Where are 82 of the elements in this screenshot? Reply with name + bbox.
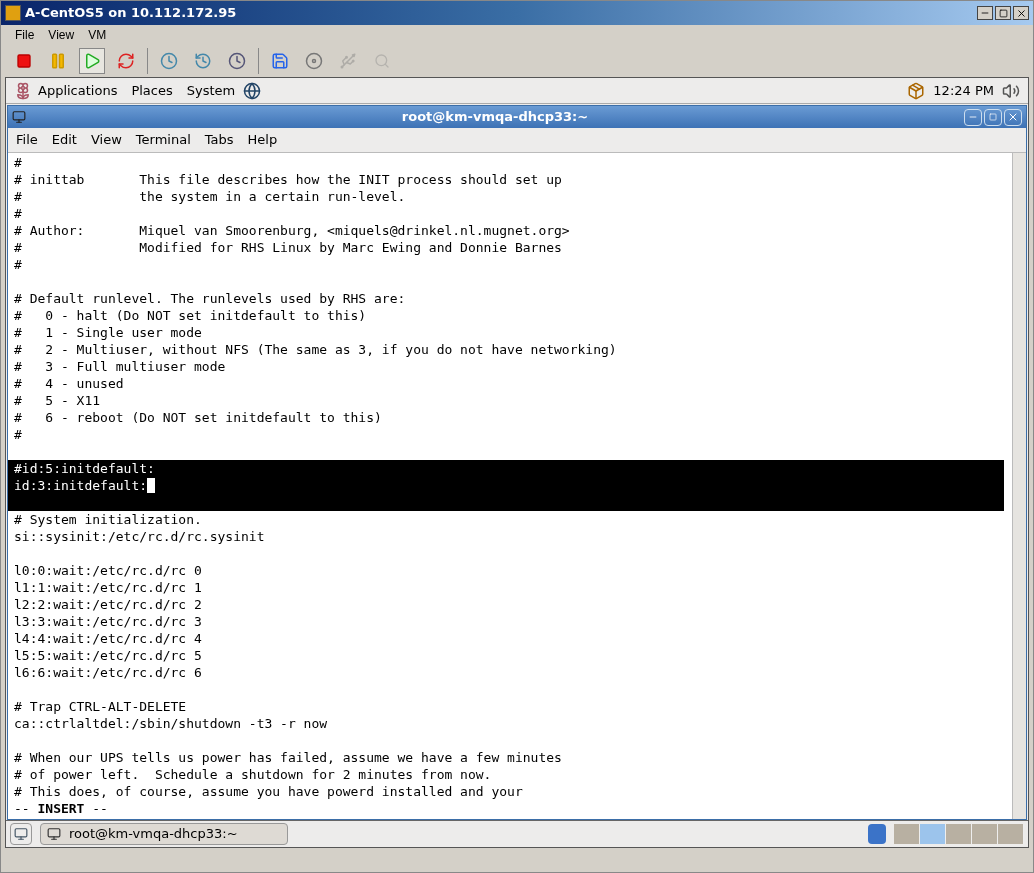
menu-item[interactable]: VM: [88, 26, 107, 44]
taskbar-button[interactable]: root@km-vmqa-dhcp33:~: [40, 823, 288, 845]
code-line: # Default runlevel. The runlevels used by RHS are:: [14, 290, 406, 307]
code-line: # the system in a certain run-level.: [14, 188, 406, 205]
trash-icon[interactable]: [868, 824, 886, 844]
terminal-icon: [47, 827, 61, 841]
code-line: # This does, of course, assume you have powerd installed and your: [14, 783, 523, 800]
code-line: #: [14, 426, 22, 443]
speaker-icon[interactable]: [1002, 81, 1020, 100]
clock[interactable]: 12:24 PM: [933, 80, 994, 101]
code-line: #: [14, 154, 22, 171]
code-line: # When our UPS tells us power has failed, assume we have a few minutes: [14, 749, 562, 766]
close-icon: [1015, 7, 1027, 19]
workspace-button[interactable]: [998, 824, 1024, 844]
code-line: # Modified for RHS Linux by Marc Ewing and Donnie Barnes: [14, 239, 562, 256]
menu-item[interactable]: View: [48, 26, 75, 44]
pause-icon: [49, 52, 67, 70]
maximize-button[interactable]: [995, 6, 1011, 20]
disc-icon: [305, 52, 323, 70]
usb-icon: [339, 52, 357, 70]
maximize-icon: [989, 113, 997, 121]
globe-icon[interactable]: [243, 81, 262, 100]
code-line: # 5 - X11: [14, 392, 101, 409]
toolbar-button[interactable]: [79, 48, 105, 74]
code-line: #: [14, 256, 22, 273]
desktop-icon: [14, 827, 28, 841]
code-line: l6:6:wait:/etc/rc.d/rc 6: [14, 664, 202, 681]
history-icon: [194, 52, 212, 70]
panel-menu[interactable]: Places: [131, 80, 173, 101]
maximize-icon: [998, 8, 1008, 18]
magnifier-icon: [374, 53, 390, 69]
code-line: l1:1:wait:/etc/rc.d/rc 1: [14, 579, 202, 596]
refresh-icon: [117, 52, 135, 70]
app-icon: [5, 5, 21, 21]
code-line: # 6 - reboot (Do NOT set initdefault to this): [14, 409, 382, 426]
show-desktop-button[interactable]: [10, 823, 32, 845]
code-line: # 1 - Single user mode: [14, 324, 202, 341]
menu-item[interactable]: View: [90, 130, 122, 150]
code-line: # Trap CTRL-ALT-DELETE: [14, 698, 187, 715]
code-line: # inittab This file describes how the INIT process should set up: [14, 171, 562, 188]
applications-menu[interactable]: Applications: [14, 80, 118, 101]
workspace-button[interactable]: [972, 824, 998, 844]
code-line: # 0 - halt (Do NOT set initdefault to this): [14, 307, 367, 324]
menu-item[interactable]: File: [16, 130, 38, 150]
code-line: id:3:initdefault:: [14, 477, 148, 494]
window-title: A-CentOS5 on 10.112.172.95: [25, 4, 237, 23]
workspace-button[interactable]: [894, 824, 920, 844]
play-icon: [83, 52, 101, 70]
code-line: l0:0:wait:/etc/rc.d/rc 0: [14, 562, 202, 579]
code-line: # Author: Miquel van Smoorenburg, <miquels@drinkel.nl.mugnet.org>: [14, 222, 570, 239]
code-line: # 2 - Multiuser, without NFS (The same as 3, if you do not have networking): [14, 341, 617, 358]
code-line: #: [14, 205, 22, 222]
workspace-button[interactable]: [946, 824, 972, 844]
code-line: -- INSERT --: [14, 800, 108, 817]
code-line: l5:5:wait:/etc/rc.d/rc 5: [14, 647, 202, 664]
panel-menu[interactable]: System: [186, 80, 236, 101]
menu-item[interactable]: Help: [247, 130, 278, 150]
package-icon[interactable]: [907, 81, 926, 100]
menu-item[interactable]: File: [15, 26, 35, 44]
clock-icon: [228, 52, 246, 70]
clock-icon: [160, 52, 178, 70]
scrollbar[interactable]: [1012, 153, 1026, 819]
code-line: # 3 - Full multiuser mode: [14, 358, 226, 375]
code-line: # 4 - unused: [14, 375, 124, 392]
code-line: # of power left. Schedule a shutdown for 2 minutes from now.: [14, 766, 492, 783]
code-line: l3:3:wait:/etc/rc.d/rc 3: [14, 613, 202, 630]
close-icon: [1007, 111, 1019, 123]
terminal-icon: [12, 110, 26, 124]
code-line: ca::ctrlaltdel:/sbin/shutdown -t3 -r now: [14, 715, 328, 732]
stop-icon: [16, 53, 32, 69]
code-line: si::sysinit:/etc/rc.d/rc.sysinit: [14, 528, 265, 545]
minimize-button[interactable]: [977, 6, 993, 20]
floppy-icon: [271, 52, 289, 70]
code-line: l4:4:wait:/etc/rc.d/rc 4: [14, 630, 202, 647]
menu-item[interactable]: Tabs: [204, 130, 234, 150]
terminal-title: root@km-vmqa-dhcp33:~: [400, 108, 590, 127]
code-line: # System initialization.: [14, 511, 202, 528]
close-button[interactable]: [1013, 6, 1029, 20]
menu-item[interactable]: Terminal: [135, 130, 191, 150]
code-line: #id:5:initdefault:: [14, 460, 155, 477]
menu-item[interactable]: Edit: [51, 130, 77, 150]
code-line: l2:2:wait:/etc/rc.d/rc 2: [14, 596, 202, 613]
